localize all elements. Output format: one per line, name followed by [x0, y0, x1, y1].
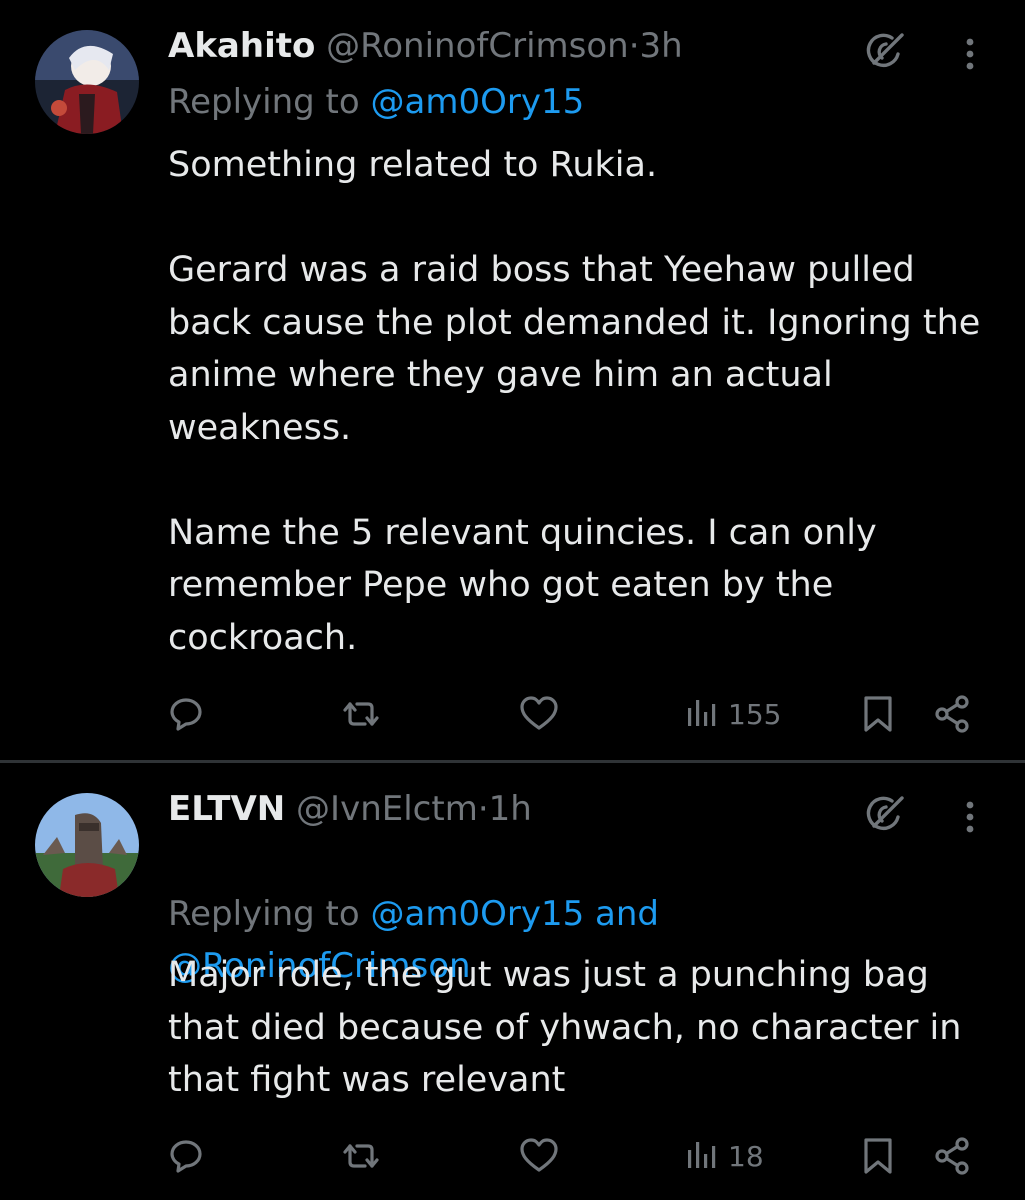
grok-icon[interactable] — [862, 28, 908, 74]
views-button[interactable]: 18 — [684, 1132, 764, 1180]
more-options-icon[interactable] — [962, 34, 978, 74]
tweet-actions: 18 — [0, 1132, 1025, 1180]
user-handle[interactable]: @IvnElctm — [296, 789, 478, 829]
tweet[interactable]: ELTVN @IvnElctm·1h Replying to @am0Ory15… — [0, 763, 1025, 1200]
grok-icon[interactable] — [862, 791, 908, 837]
like-icon — [516, 1134, 562, 1178]
timestamp[interactable]: 1h — [489, 789, 532, 829]
views-icon — [684, 692, 724, 736]
share-icon — [930, 692, 974, 736]
views-button[interactable]: 155 — [684, 690, 781, 738]
share-icon — [930, 1134, 974, 1178]
like-icon — [516, 692, 562, 736]
reply-button[interactable] — [164, 1132, 208, 1180]
display-name[interactable]: Akahito — [168, 26, 315, 66]
timestamp[interactable]: 3h — [640, 26, 683, 66]
reply-icon — [164, 692, 208, 736]
tweet-header: Akahito @RoninofCrimson·3h — [168, 24, 683, 68]
tweet-header: ELTVN @IvnElctm·1h — [168, 787, 532, 831]
separator-dot: · — [477, 789, 489, 829]
bookmark-button[interactable] — [858, 1132, 898, 1180]
bookmark-icon — [858, 692, 898, 736]
more-options-icon[interactable] — [962, 797, 978, 837]
mention-link[interactable]: @am0Ory15 — [371, 82, 585, 122]
replying-to-line: Replying to @am0Ory15 — [168, 76, 584, 128]
like-button[interactable] — [516, 1132, 562, 1180]
tweet-text: Something related to Rukia. Gerard was a… — [168, 145, 981, 658]
replying-to-label: Replying to — [168, 82, 371, 122]
separator-dot: · — [628, 26, 640, 66]
views-count: 18 — [728, 1139, 764, 1173]
retweet-icon — [337, 1134, 385, 1178]
bookmark-icon — [858, 1134, 898, 1178]
avatar[interactable] — [35, 30, 139, 134]
share-button[interactable] — [930, 690, 974, 738]
bookmark-button[interactable] — [858, 690, 898, 738]
share-button[interactable] — [930, 1132, 974, 1180]
retweet-button[interactable] — [337, 690, 385, 738]
retweet-button[interactable] — [337, 1132, 385, 1180]
replying-to-label: Replying to — [168, 894, 371, 934]
like-button[interactable] — [516, 690, 562, 738]
tweet[interactable]: Akahito @RoninofCrimson·3h Replying to @… — [0, 0, 1025, 760]
views-count: 155 — [728, 697, 782, 731]
reply-icon — [164, 1134, 208, 1178]
display-name[interactable]: ELTVN — [168, 789, 285, 829]
reply-button[interactable] — [164, 690, 208, 738]
tweet-text: Major role, the gut was just a punching … — [168, 955, 962, 1100]
avatar[interactable] — [35, 793, 139, 897]
views-icon — [684, 1134, 724, 1178]
tweet-actions: 155 — [0, 690, 1025, 738]
user-handle[interactable]: @RoninofCrimson — [326, 26, 629, 66]
retweet-icon — [337, 692, 385, 736]
